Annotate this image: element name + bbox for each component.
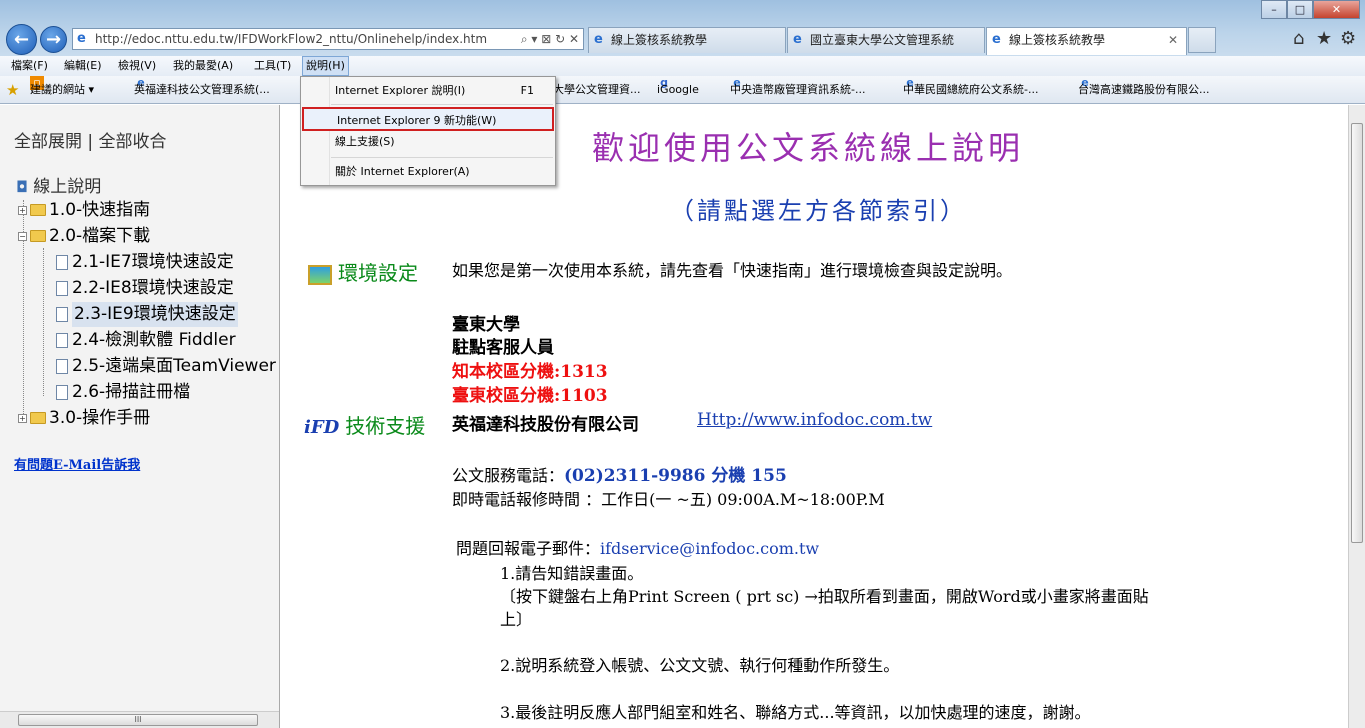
env-section-heading: 環境設定 xyxy=(308,257,418,286)
gear-icon[interactable]: ⚙ xyxy=(1340,28,1356,49)
home-icon[interactable]: ⌂ xyxy=(1293,28,1304,49)
step-3: 3.最後註明反應人部門組室和姓名、聯絡方式...等資訊，以加快處理的速度，謝謝。 xyxy=(500,703,1091,722)
tab-2[interactable]: e 國立臺東大學公文管理系統 xyxy=(787,27,985,53)
tree-node-2-4[interactable]: 2.4-檢測軟體 Fiddler xyxy=(52,328,236,353)
tree-node-1-0[interactable]: +1.0-快速指南 xyxy=(18,198,150,223)
menu-view[interactable]: 檢視(V) xyxy=(115,56,159,76)
scroll-thumb[interactable]: III xyxy=(18,714,258,726)
minimize-button[interactable]: – xyxy=(1261,0,1287,19)
phone-line: 公文服務電話：(02)2311-9986 分機 155 xyxy=(452,466,787,486)
expand-plus-icon[interactable]: + xyxy=(18,205,27,215)
tab-close-icon[interactable]: ✕ xyxy=(1168,28,1178,52)
forward-button[interactable]: → xyxy=(40,26,67,53)
expand-plus-icon[interactable]: + xyxy=(18,413,27,423)
address-bar[interactable]: e http://edoc.nttu.edu.tw/IFDWorkFlow2_n… xyxy=(72,28,584,50)
menu-bar: 檔案(F) 編輯(E) 檢視(V) 我的最愛(A) 工具(T) 說明(H) xyxy=(0,56,1365,76)
folder-open-icon xyxy=(30,230,46,242)
email-us-link[interactable]: 有問題E-Mail告訴我 xyxy=(14,454,140,473)
extension-2: 臺東校區分機:1103 xyxy=(452,386,608,406)
new-tab-button[interactable] xyxy=(1188,27,1216,53)
folder-icon xyxy=(30,204,46,216)
page-icon xyxy=(56,280,68,296)
help-book-icon: ◘ xyxy=(16,178,28,196)
page-icon xyxy=(56,332,68,348)
browser-window: ← → e http://edoc.nttu.edu.tw/IFDWorkFlo… xyxy=(0,0,1365,728)
page-icon xyxy=(56,306,68,322)
tech-section-heading: iFD 技術支援 xyxy=(304,414,426,438)
help-menu-dropdown: Internet Explorer 說明(I) F1 Internet Explo… xyxy=(300,76,556,186)
tree-node-2-2[interactable]: 2.2-IE8環境快速設定 xyxy=(52,276,234,301)
favorites-bar: ★ ▫ 建議的網站 ▾ e 英福達科技公文管理系統(... 大學公文管理資... g… xyxy=(0,76,1365,104)
page-title: 歡迎使用公文系統線上說明 xyxy=(592,129,1025,167)
expand-collapse-all[interactable]: 全部展開 | 全部收合 xyxy=(14,127,167,152)
menu-tools[interactable]: 工具(T) xyxy=(251,56,294,76)
tree-node-2-6[interactable]: 2.6-掃描註冊檔 xyxy=(52,380,190,405)
email-line: 問題回報電子郵件：ifdservice@infodoc.com.tw xyxy=(456,539,820,558)
menu-favorites[interactable]: 我的最愛(A) xyxy=(170,56,236,76)
menu-item-about-ie[interactable]: 關於 Internet Explorer(A) xyxy=(302,160,554,184)
tree-root[interactable]: ◘ 線上說明 xyxy=(16,175,101,200)
phone-number: (02)2311-9986 分機 155 xyxy=(564,466,787,486)
email-address[interactable]: ifdservice@infodoc.com.tw xyxy=(600,539,819,558)
folder-icon xyxy=(30,412,46,424)
collapse-minus-icon[interactable]: − xyxy=(18,231,27,241)
tree-line xyxy=(43,248,44,396)
left-horizontal-scrollbar[interactable]: III xyxy=(0,711,279,728)
landscape-icon xyxy=(308,264,332,285)
help-content-pane: 歡迎使用公文系統線上說明 （請點選左方各節索引） 環境設定 如果您是第一次使用本… xyxy=(284,105,1348,728)
company-url-link[interactable]: Http://www.infodoc.com.tw xyxy=(697,410,932,430)
menu-separator xyxy=(331,104,553,105)
step-1-detail: 〔按下鍵盤右上角Print Screen ( prt sc) →拍取所看到畫面，… xyxy=(500,587,1149,606)
step-2: 2.說明系統登入帳號、公文文號、執行何種動作所發生。 xyxy=(500,656,900,675)
page-icon xyxy=(56,358,68,374)
menu-edit[interactable]: 編輯(E) xyxy=(61,56,105,76)
menu-item-ie-help[interactable]: Internet Explorer 說明(I) F1 xyxy=(302,79,554,103)
ifd-logo-icon: iFD xyxy=(304,417,340,438)
menu-item-online-support[interactable]: 線上支援(S) xyxy=(302,130,554,154)
favorites-star-icon[interactable]: ★ xyxy=(6,76,19,104)
title-bar: ← → e http://edoc.nttu.edu.tw/IFDWorkFlo… xyxy=(0,0,1365,56)
ie-tab-icon: e xyxy=(992,32,1001,47)
page-subtitle: （請點選左方各節索引） xyxy=(670,197,967,225)
address-text: http://edoc.nttu.edu.tw/IFDWorkFlow2_ntt… xyxy=(95,32,488,46)
school-name: 臺東大學 xyxy=(452,315,520,335)
step-1: 1.請告知錯誤畫面。 xyxy=(500,564,644,583)
staff-label: 駐點客服人員 xyxy=(452,338,554,358)
address-tools-icon[interactable]: ⌕ ▾ ⊠ ↻ ✕ xyxy=(521,29,579,49)
extension-1: 知本校區分機:1313 xyxy=(452,362,608,382)
menu-item-ie9-whats-new[interactable]: Internet Explorer 9 新功能(W) xyxy=(302,107,554,131)
tab-1[interactable]: e 線上簽核系統教學 xyxy=(588,27,786,53)
menu-separator xyxy=(331,157,553,158)
menu-file[interactable]: 檔案(F) xyxy=(8,56,51,76)
close-window-button[interactable]: ✕ xyxy=(1313,0,1360,19)
maximize-button[interactable]: □ xyxy=(1287,0,1313,19)
back-button[interactable]: ← xyxy=(6,24,37,55)
page-icon xyxy=(56,384,68,400)
hours-text: 即時電話報修時間 ：工作日(一 ~五) 09:00A.M~18:00P.M xyxy=(452,490,885,509)
ie-tab-icon: e xyxy=(594,32,603,47)
step-1-detail-cont: 上〕 xyxy=(500,610,533,629)
tree-node-2-0[interactable]: −2.0-檔案下載 xyxy=(18,224,150,249)
tree-node-2-3[interactable]: 2.3-IE9環境快速設定 xyxy=(52,302,238,327)
help-index-pane: 全部展開 | 全部收合 ◘ 線上說明 +1.0-快速指南 −2.0-檔案下載 2… xyxy=(0,105,280,728)
env-text: 如果您是第一次使用本系統，請先查看「快速指南」進行環境檢查與設定說明。 xyxy=(452,261,1013,280)
scroll-thumb[interactable] xyxy=(1351,123,1363,543)
tree-node-2-5[interactable]: 2.5-遠端桌面TeamViewer xyxy=(52,354,276,379)
ie-tab-icon: e xyxy=(793,32,802,47)
tree-node-3-0[interactable]: +3.0-操作手冊 xyxy=(18,406,150,431)
tab-3-active[interactable]: e 線上簽核系統教學 ✕ xyxy=(986,27,1187,55)
menu-help[interactable]: 說明(H) xyxy=(302,56,349,76)
ie-page-icon: e xyxy=(77,31,86,46)
tree-node-2-1[interactable]: 2.1-IE7環境快速設定 xyxy=(52,250,234,275)
vertical-scrollbar[interactable] xyxy=(1348,105,1365,728)
favorites-star-icon[interactable]: ★ xyxy=(1316,28,1332,49)
page-icon xyxy=(56,254,68,270)
company-name: 英福達科技股份有限公司 xyxy=(452,415,639,435)
